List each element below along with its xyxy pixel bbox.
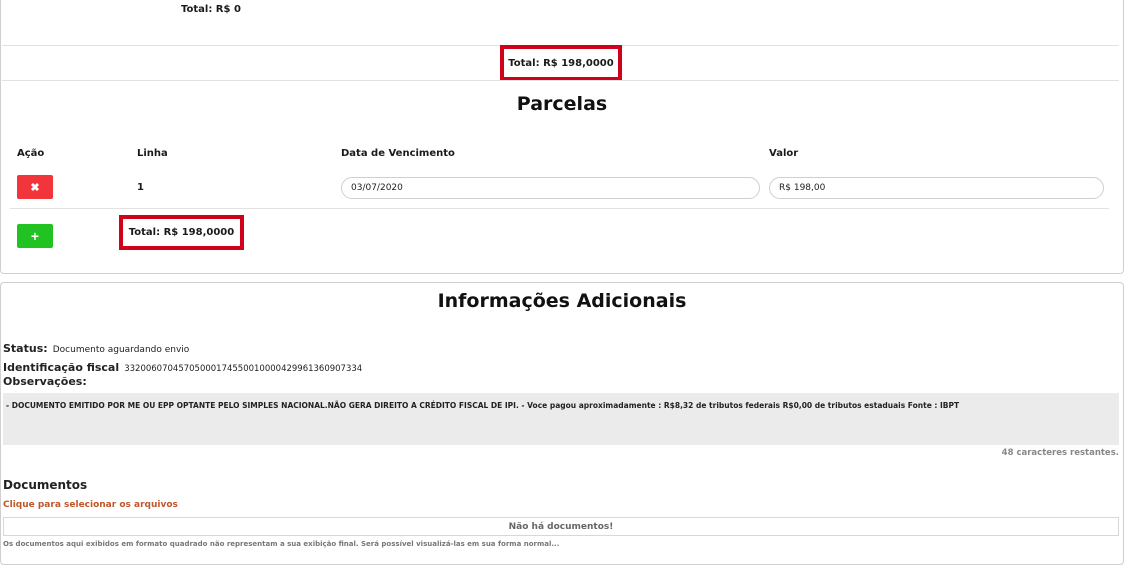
grand-total-highlight: Total: R$ 198,0000 (500, 45, 622, 81)
add-row-button[interactable]: + (17, 224, 53, 248)
chars-remaining: 48 caracteres restantes. (1001, 448, 1119, 458)
fiscal-value: 3320060704570500017455001000042996136090… (124, 364, 363, 374)
empty-documents-text: Não há documentos! (508, 521, 614, 532)
status-line: Status: Documento aguardando envio (3, 337, 189, 356)
observacoes-textarea[interactable]: - DOCUMENTO EMITIDO POR ME OU EPP OPTANT… (3, 393, 1119, 445)
status-value: Documento aguardando envio (52, 345, 190, 355)
subtotal-text: Total: R$ 0 (181, 4, 241, 15)
due-date-input[interactable] (341, 177, 760, 199)
fiscal-label: Identificação fiscal (3, 361, 120, 374)
documents-note: Os documentos aqui exibidos em formato q… (3, 540, 560, 548)
grand-total-text: Total: R$ 198,0000 (508, 57, 614, 69)
divider (2, 80, 1119, 81)
parcelas-total-text: Total: R$ 198,0000 (128, 227, 235, 238)
fiscal-line: Identificação fiscal 3320060704570500017… (3, 356, 362, 375)
parcelas-title: Parcelas (516, 93, 608, 115)
status-label: Status: (3, 342, 48, 355)
col-linha: Linha (137, 148, 168, 159)
observacoes-label: Observações: (3, 375, 87, 388)
plus-icon: + (30, 228, 40, 244)
delete-row-button[interactable]: ✖ (17, 175, 53, 199)
row-linha: 1 (137, 182, 144, 193)
info-title: Informações Adicionais (437, 290, 687, 312)
col-acao: Ação (17, 148, 45, 159)
parcelas-total-highlight: Total: R$ 198,0000 (119, 215, 244, 250)
documents-list: Não há documentos! (3, 517, 1119, 536)
col-data-vencimento: Data de Vencimento (341, 148, 455, 159)
valor-input[interactable] (769, 177, 1104, 199)
col-valor: Valor (769, 148, 799, 159)
select-files-link[interactable]: Clique para selecionar os arquivos (3, 500, 178, 510)
documentos-title: Documentos (3, 478, 88, 492)
divider (10, 208, 1109, 209)
close-icon: ✖ (30, 181, 40, 194)
